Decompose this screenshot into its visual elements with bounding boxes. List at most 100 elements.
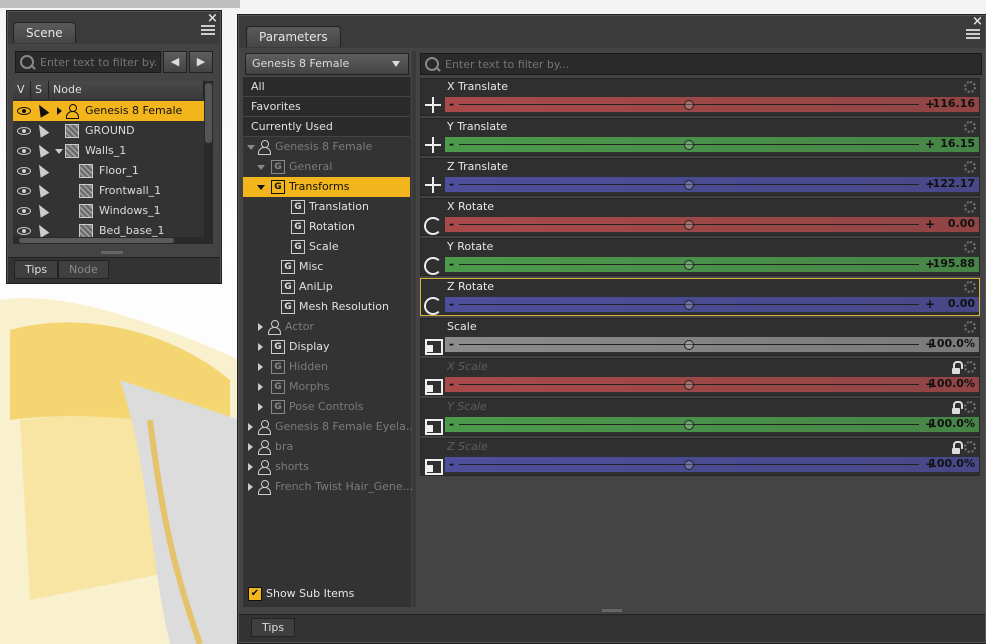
scene-node-row[interactable]: Floor_1 xyxy=(13,161,204,181)
slider-value[interactable]: 100.0% xyxy=(929,377,975,391)
decrement-button[interactable]: - xyxy=(449,257,454,271)
scene-filter-input[interactable] xyxy=(40,52,156,72)
parameter-slider-row[interactable]: Z Rotate - +0.00 xyxy=(420,278,980,316)
parameter-slider-row[interactable]: Y Rotate - + -195.88 xyxy=(420,238,980,276)
tree-group-item[interactable]: Genesis 8 Female Eyela... xyxy=(243,417,416,437)
slider-track[interactable]: - +0.00 xyxy=(445,297,979,312)
decrement-button[interactable]: - xyxy=(449,297,454,311)
expand-arrow-icon[interactable] xyxy=(248,443,253,451)
increment-button[interactable]: + xyxy=(925,297,935,311)
slider-knob[interactable] xyxy=(684,100,694,110)
expand-arrow-icon[interactable] xyxy=(258,383,263,391)
gear-icon[interactable] xyxy=(964,441,976,453)
tree-group-item[interactable]: G General xyxy=(243,157,410,177)
tree-filter-item[interactable]: Favorites xyxy=(243,97,410,117)
decrement-button[interactable]: - xyxy=(449,177,454,191)
decrement-button[interactable]: - xyxy=(449,217,454,231)
slider-track[interactable]: - +16.15 xyxy=(445,137,979,152)
slider-knob[interactable] xyxy=(684,380,694,390)
increment-button[interactable]: + xyxy=(925,217,935,231)
collapse-arrow-icon[interactable] xyxy=(55,149,63,154)
selectable-arrow-icon[interactable] xyxy=(34,142,50,158)
column-node[interactable]: Node xyxy=(49,81,204,99)
tab-scene[interactable]: Scene xyxy=(13,22,76,43)
expand-arrow-icon[interactable] xyxy=(258,343,263,351)
scene-scrollbar[interactable] xyxy=(204,81,213,239)
visibility-eye-icon[interactable] xyxy=(17,227,31,235)
gear-icon[interactable] xyxy=(964,201,976,213)
slider-value[interactable]: 116.16 xyxy=(933,97,975,111)
slider-knob[interactable] xyxy=(684,460,694,470)
gear-icon[interactable] xyxy=(964,241,976,253)
lock-icon[interactable] xyxy=(952,441,963,454)
tree-group-item[interactable]: shorts xyxy=(243,457,410,477)
visibility-eye-icon[interactable] xyxy=(17,207,31,215)
parameter-slider-row[interactable]: Y Translate - +16.15 xyxy=(420,118,980,156)
collapse-arrow-icon[interactable] xyxy=(247,145,255,150)
scene-node-row[interactable]: Walls_1 xyxy=(13,141,204,161)
visibility-eye-icon[interactable] xyxy=(17,147,31,155)
tree-group-item[interactable]: G Misc xyxy=(243,257,410,277)
tab-tips[interactable]: Tips xyxy=(251,618,296,637)
param-filter-input[interactable] xyxy=(445,54,977,74)
close-icon[interactable]: × xyxy=(207,12,218,25)
parameter-slider-row[interactable]: X Rotate - +0.00 xyxy=(420,198,980,236)
tree-group-item[interactable]: Genesis 8 Female xyxy=(243,137,410,157)
tree-group-item[interactable]: G Transforms xyxy=(243,177,410,197)
tree-splitter[interactable] xyxy=(412,51,416,607)
gear-icon[interactable] xyxy=(964,321,976,333)
scene-node-row[interactable]: Frontwall_1 xyxy=(13,181,204,201)
decrement-button[interactable]: - xyxy=(449,97,454,111)
expand-arrow-icon[interactable] xyxy=(248,463,253,471)
lock-icon[interactable] xyxy=(952,361,963,374)
collapse-arrow-icon[interactable] xyxy=(257,185,265,190)
tree-group-item[interactable]: G Rotation xyxy=(243,217,410,237)
expand-arrow-icon[interactable] xyxy=(248,483,253,491)
prev-button[interactable]: ◀ xyxy=(163,51,187,73)
visibility-eye-icon[interactable] xyxy=(17,107,31,115)
tree-group-item[interactable]: G AniLip xyxy=(243,277,410,297)
slider-track[interactable]: - +116.16 xyxy=(445,97,979,112)
param-filter[interactable] xyxy=(420,53,982,75)
panel-menu-icon[interactable] xyxy=(201,25,215,37)
decrement-button[interactable]: - xyxy=(449,417,454,431)
gear-icon[interactable] xyxy=(964,281,976,293)
tree-group-item[interactable]: G Pose Controls xyxy=(243,397,410,417)
decrement-button[interactable]: - xyxy=(449,337,454,351)
selectable-arrow-icon[interactable] xyxy=(34,222,50,238)
column-visible[interactable]: V xyxy=(13,81,31,99)
slider-knob[interactable] xyxy=(684,420,694,430)
selectable-arrow-icon[interactable] xyxy=(34,122,50,138)
splitter-grip[interactable] xyxy=(602,609,622,612)
slider-knob[interactable] xyxy=(684,260,694,270)
slider-knob[interactable] xyxy=(684,220,694,230)
slider-track[interactable]: - +100.0% xyxy=(445,417,979,432)
expand-arrow-icon[interactable] xyxy=(258,363,263,371)
tab-node[interactable]: Node xyxy=(58,260,109,279)
slider-value[interactable]: 16.15 xyxy=(940,137,975,151)
close-icon[interactable]: × xyxy=(972,15,983,28)
checkbox-checked-icon[interactable]: ✔ xyxy=(248,587,262,601)
column-selectable[interactable]: S xyxy=(31,81,49,99)
selectable-arrow-icon[interactable] xyxy=(34,202,50,218)
slider-track[interactable]: - + -122.17 xyxy=(445,177,979,192)
parameter-slider-row[interactable]: Y Scale - +100.0% xyxy=(420,398,980,436)
scene-node-row[interactable]: Genesis 8 Female xyxy=(13,101,204,121)
tree-group-item[interactable]: bra xyxy=(243,437,410,457)
slider-value[interactable]: 0.00 xyxy=(948,217,975,231)
slider-value[interactable]: 100.0% xyxy=(929,457,975,471)
visibility-eye-icon[interactable] xyxy=(17,127,31,135)
tab-parameters[interactable]: Parameters xyxy=(246,26,341,47)
parameter-slider-row[interactable]: Z Scale - +100.0% xyxy=(420,438,980,476)
selectable-arrow-icon[interactable] xyxy=(34,102,50,118)
expand-arrow-icon[interactable] xyxy=(57,107,62,115)
tree-group-item[interactable]: G Scale xyxy=(243,237,410,257)
slider-value[interactable]: -195.88 xyxy=(928,257,975,271)
scene-node-row[interactable]: Windows_1 xyxy=(13,201,204,221)
slider-value[interactable]: -122.17 xyxy=(928,177,975,191)
parameter-slider-row[interactable]: X Translate - +116.16 xyxy=(420,78,980,116)
increment-button[interactable]: + xyxy=(925,137,935,151)
tree-group-item[interactable]: G Mesh Resolution xyxy=(243,297,410,317)
slider-value[interactable]: 100.0% xyxy=(929,417,975,431)
slider-track[interactable]: - + -195.88 xyxy=(445,257,979,272)
